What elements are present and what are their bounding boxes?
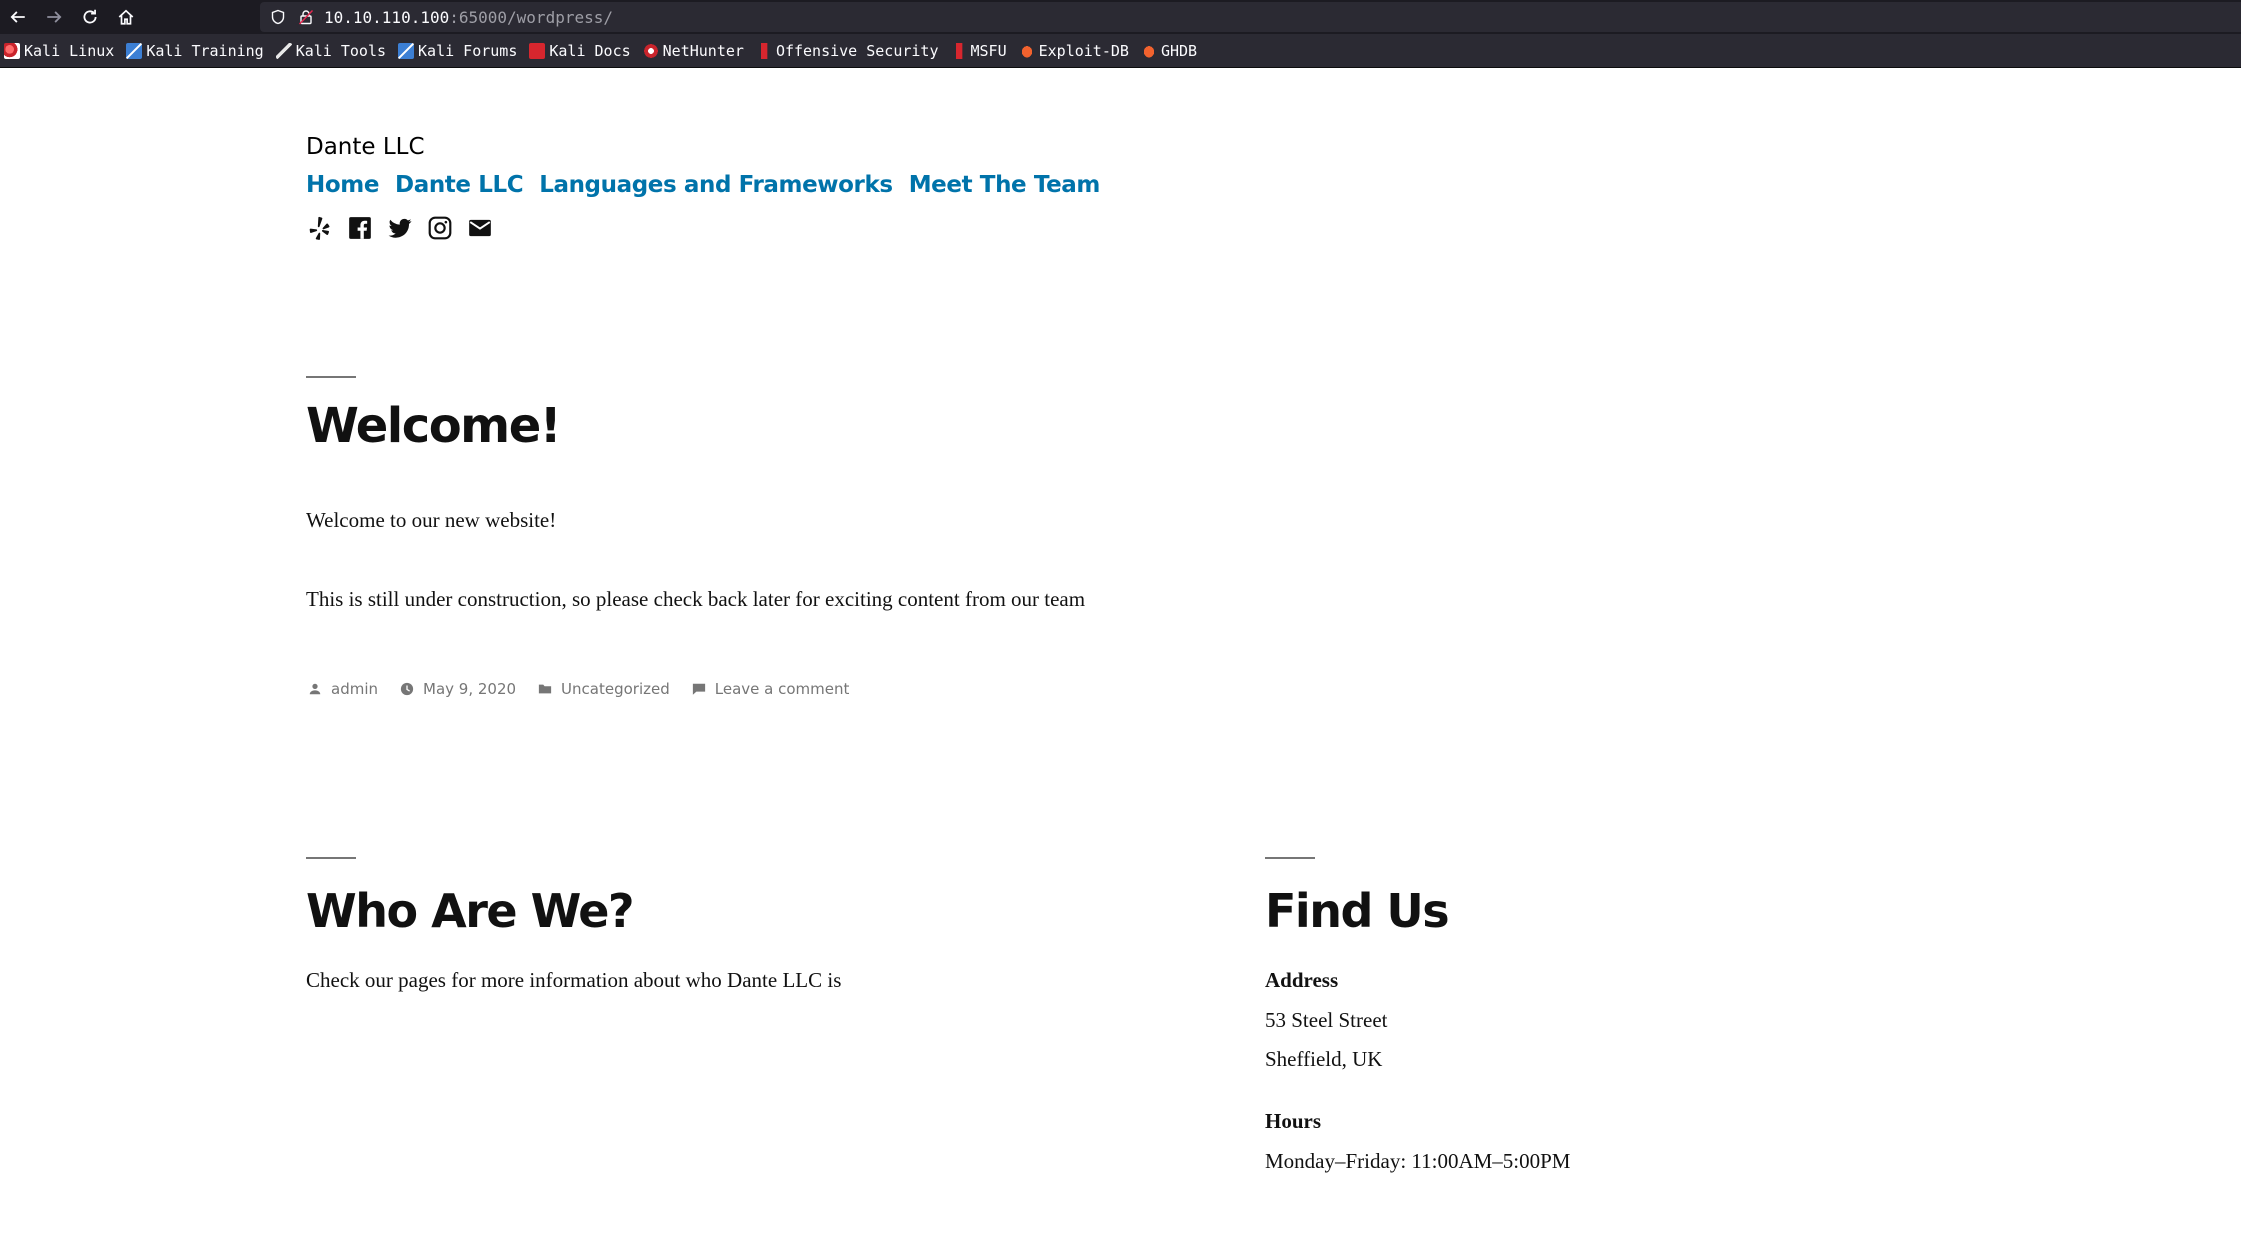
folder-icon: [538, 684, 552, 694]
date-text: May 9, 2020: [423, 680, 517, 698]
site-title[interactable]: Dante LLC: [306, 134, 425, 160]
category-text: Uncategorized: [561, 680, 670, 698]
bookmark-kali-forums[interactable]: Kali Forums: [398, 34, 517, 68]
back-button[interactable]: [0, 0, 36, 34]
kali-dragon-icon: [4, 42, 20, 59]
post-category[interactable]: Uncategorized: [538, 680, 670, 698]
email-icon[interactable]: [466, 214, 494, 242]
twitter-icon[interactable]: [386, 214, 414, 242]
post-comments-link[interactable]: Leave a comment: [692, 680, 850, 698]
menu-item-meet-the-team[interactable]: Meet The Team: [909, 172, 1101, 198]
browser-toolbar: 10.10.110.100:65000/wordpress/: [0, 0, 2241, 34]
forward-arrow-icon: [47, 11, 62, 23]
kali-docs-icon: [529, 42, 546, 59]
nethunter-icon: [642, 42, 659, 59]
bookmark-kali-training[interactable]: Kali Training: [126, 34, 264, 68]
reload-button[interactable]: [72, 0, 108, 34]
hours-label: Hours: [1265, 1109, 1322, 1133]
comment-icon: [692, 683, 705, 695]
reload-icon: [83, 9, 97, 24]
primary-menu: Home Dante LLC Languages and Frameworks …: [306, 172, 1100, 198]
msfu-icon: [950, 42, 967, 59]
kali-forums-icon: [398, 42, 415, 59]
tracking-protection-shield-icon[interactable]: [268, 7, 288, 27]
facebook-icon[interactable]: [346, 214, 374, 242]
bookmark-label: Kali Linux: [24, 41, 115, 60]
ghdb-icon: [1140, 42, 1157, 59]
bookmark-exploit-db[interactable]: Exploit-DB: [1018, 34, 1129, 68]
offensive-security-icon: [755, 42, 772, 59]
post-meta: admin May 9, 2020 Uncategorized Leave a …: [308, 680, 871, 698]
menu-item-dante-llc[interactable]: Dante LLC: [395, 172, 524, 198]
widget-about-text: Check our pages for more information abo…: [306, 968, 842, 992]
comment-text: Leave a comment: [714, 680, 850, 698]
address-line2: Sheffield, UK: [1265, 1047, 1383, 1071]
post-paragraph: Welcome to our new website!: [306, 508, 557, 532]
post-date[interactable]: May 9, 2020: [400, 680, 516, 698]
bookmark-label: Kali Tools: [295, 41, 387, 60]
post-title[interactable]: Welcome!: [306, 398, 562, 454]
bookmark-label: Kali Training: [146, 41, 264, 60]
post-author[interactable]: admin: [308, 680, 378, 698]
insecure-lock-icon[interactable]: [296, 7, 316, 27]
bookmark-label: Kali Docs: [549, 41, 631, 60]
menu-item-languages-and-frameworks[interactable]: Languages and Frameworks: [539, 172, 893, 198]
bookmark-label: GHDB: [1160, 41, 1198, 60]
address-line1: 53 Steel Street: [1265, 1008, 1388, 1032]
web-page: Dante LLC Home Dante LLC Languages and F…: [0, 68, 2241, 1258]
social-menu: [306, 214, 494, 242]
kali-training-icon: [126, 42, 143, 59]
post-paragraph: This is still under construction, so ple…: [306, 587, 1086, 611]
back-arrow-icon: [10, 11, 25, 23]
widget-title-find-us: Find Us: [1265, 884, 1450, 938]
yelp-icon[interactable]: [306, 214, 334, 242]
bookmark-offensive-security[interactable]: Offensive Security: [755, 34, 939, 68]
post-separator: [306, 376, 356, 378]
bookmark-ghdb[interactable]: GHDB: [1140, 34, 1198, 68]
url-path: :65000/wordpress/: [449, 7, 613, 27]
bookmark-msfu[interactable]: MSFU: [950, 34, 1007, 68]
forward-button[interactable]: [36, 0, 72, 34]
bookmark-nethunter[interactable]: NetHunter: [642, 34, 744, 68]
bookmark-label: MSFU: [970, 41, 1007, 60]
bookmark-label: Kali Forums: [418, 41, 518, 60]
kali-tools-icon: [275, 42, 292, 59]
hours-text: Monday–Friday: 11:00AM–5:00PM: [1265, 1149, 1571, 1173]
home-button[interactable]: [108, 0, 144, 34]
widget-separator: [306, 857, 356, 859]
menu-item-home[interactable]: Home: [306, 172, 379, 198]
bookmark-label: Exploit-DB: [1038, 41, 1129, 60]
author-name: admin: [331, 680, 378, 698]
bookmark-kali-tools[interactable]: Kali Tools: [275, 34, 387, 68]
instagram-icon[interactable]: [426, 214, 454, 242]
url-text[interactable]: 10.10.110.100:65000/wordpress/: [324, 8, 613, 27]
bookmark-label: Offensive Security: [775, 41, 939, 60]
bookmark-kali-linux[interactable]: Kali Linux: [4, 34, 114, 68]
bookmarks-toolbar: Kali Linux Kali Training Kali Tools Kali…: [0, 34, 2241, 68]
bookmark-label: NetHunter: [662, 41, 744, 60]
widget-separator: [1265, 857, 1315, 859]
person-icon: [309, 683, 321, 695]
exploit-db-icon: [1018, 42, 1035, 59]
widget-title-who-are-we: Who Are We?: [306, 884, 635, 938]
home-icon: [118, 9, 134, 25]
clock-icon: [400, 682, 414, 696]
address-label: Address: [1265, 968, 1339, 992]
bookmark-kali-docs[interactable]: Kali Docs: [529, 34, 631, 68]
url-host: 10.10.110.100: [324, 7, 450, 27]
url-bar[interactable]: 10.10.110.100:65000/wordpress/: [260, 2, 2241, 32]
